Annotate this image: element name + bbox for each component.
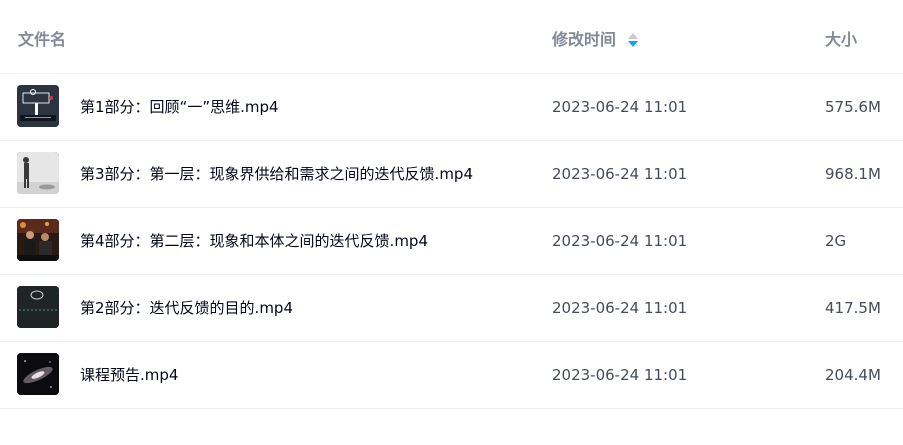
table-header: 文件名 修改时间 大小 <box>0 0 903 74</box>
file-name[interactable]: 第2部分：迭代反馈的目的.mp4 <box>80 297 293 319</box>
video-thumbnail-diagram[interactable] <box>17 85 59 127</box>
column-header-modified-label: 修改时间 <box>552 30 617 49</box>
table-row[interactable]: 第4部分：第二层：现象和本体之间的迭代反馈.mp4 2023-06-24 11:… <box>0 208 903 275</box>
file-name[interactable]: 第1部分：回顾“一”思维.mp4 <box>80 96 279 118</box>
sort-icon[interactable] <box>628 33 639 47</box>
file-size: 575.6M <box>825 98 881 116</box>
column-header-size[interactable]: 大小 <box>825 29 857 51</box>
file-name[interactable]: 课程预告.mp4 <box>80 364 178 386</box>
video-thumbnail-galaxy[interactable] <box>17 353 59 395</box>
file-modified-time: 2023-06-24 11:01 <box>552 366 688 384</box>
column-header-name[interactable]: 文件名 <box>18 29 66 51</box>
file-name[interactable]: 第4部分：第二层：现象和本体之间的迭代反馈.mp4 <box>80 230 428 252</box>
table-row[interactable]: 第1部分：回顾“一”思维.mp4 2023-06-24 11:01 575.6M <box>0 74 903 141</box>
file-modified-time: 2023-06-24 11:01 <box>552 98 688 116</box>
file-size: 204.4M <box>825 366 881 384</box>
column-header-modified[interactable]: 修改时间 <box>552 29 639 51</box>
file-size: 2G <box>825 232 847 250</box>
file-size: 968.1M <box>825 165 881 183</box>
video-thumbnail-dark-diagram[interactable] <box>17 286 59 328</box>
video-thumbnail-person[interactable] <box>17 152 59 194</box>
file-name[interactable]: 第3部分：第一层：现象界供给和需求之间的迭代反馈.mp4 <box>80 163 473 185</box>
sort-descending-icon <box>628 41 639 47</box>
file-modified-time: 2023-06-24 11:01 <box>552 232 688 250</box>
file-modified-time: 2023-06-24 11:01 <box>552 165 688 183</box>
table-row[interactable]: 课程预告.mp4 2023-06-24 11:01 204.4M <box>0 342 903 409</box>
file-modified-time: 2023-06-24 11:01 <box>552 299 688 317</box>
table-row[interactable]: 第3部分：第一层：现象界供给和需求之间的迭代反馈.mp4 2023-06-24 … <box>0 141 903 208</box>
sort-ascending-icon <box>628 33 639 39</box>
file-size: 417.5M <box>825 299 881 317</box>
video-thumbnail-scene[interactable] <box>17 219 59 261</box>
file-list-table: 文件名 修改时间 大小 第1部分：回顾“一”思维.mp4 2023-06-24 … <box>0 0 903 409</box>
table-row[interactable]: 第2部分：迭代反馈的目的.mp4 2023-06-24 11:01 417.5M <box>0 275 903 342</box>
